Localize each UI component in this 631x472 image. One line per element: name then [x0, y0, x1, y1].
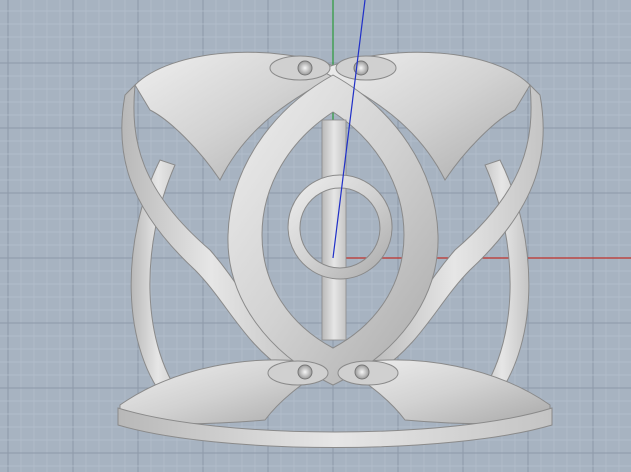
gem-setting-top-left	[269, 55, 331, 81]
gem-setting-bottom-right	[337, 360, 399, 386]
3d-viewport[interactable]	[0, 0, 631, 472]
central-vertical-bar	[321, 119, 347, 341]
viewport-canvas[interactable]	[0, 0, 631, 472]
gem-setting-bottom-left	[267, 360, 329, 386]
gem-setting-top-right	[335, 55, 397, 81]
